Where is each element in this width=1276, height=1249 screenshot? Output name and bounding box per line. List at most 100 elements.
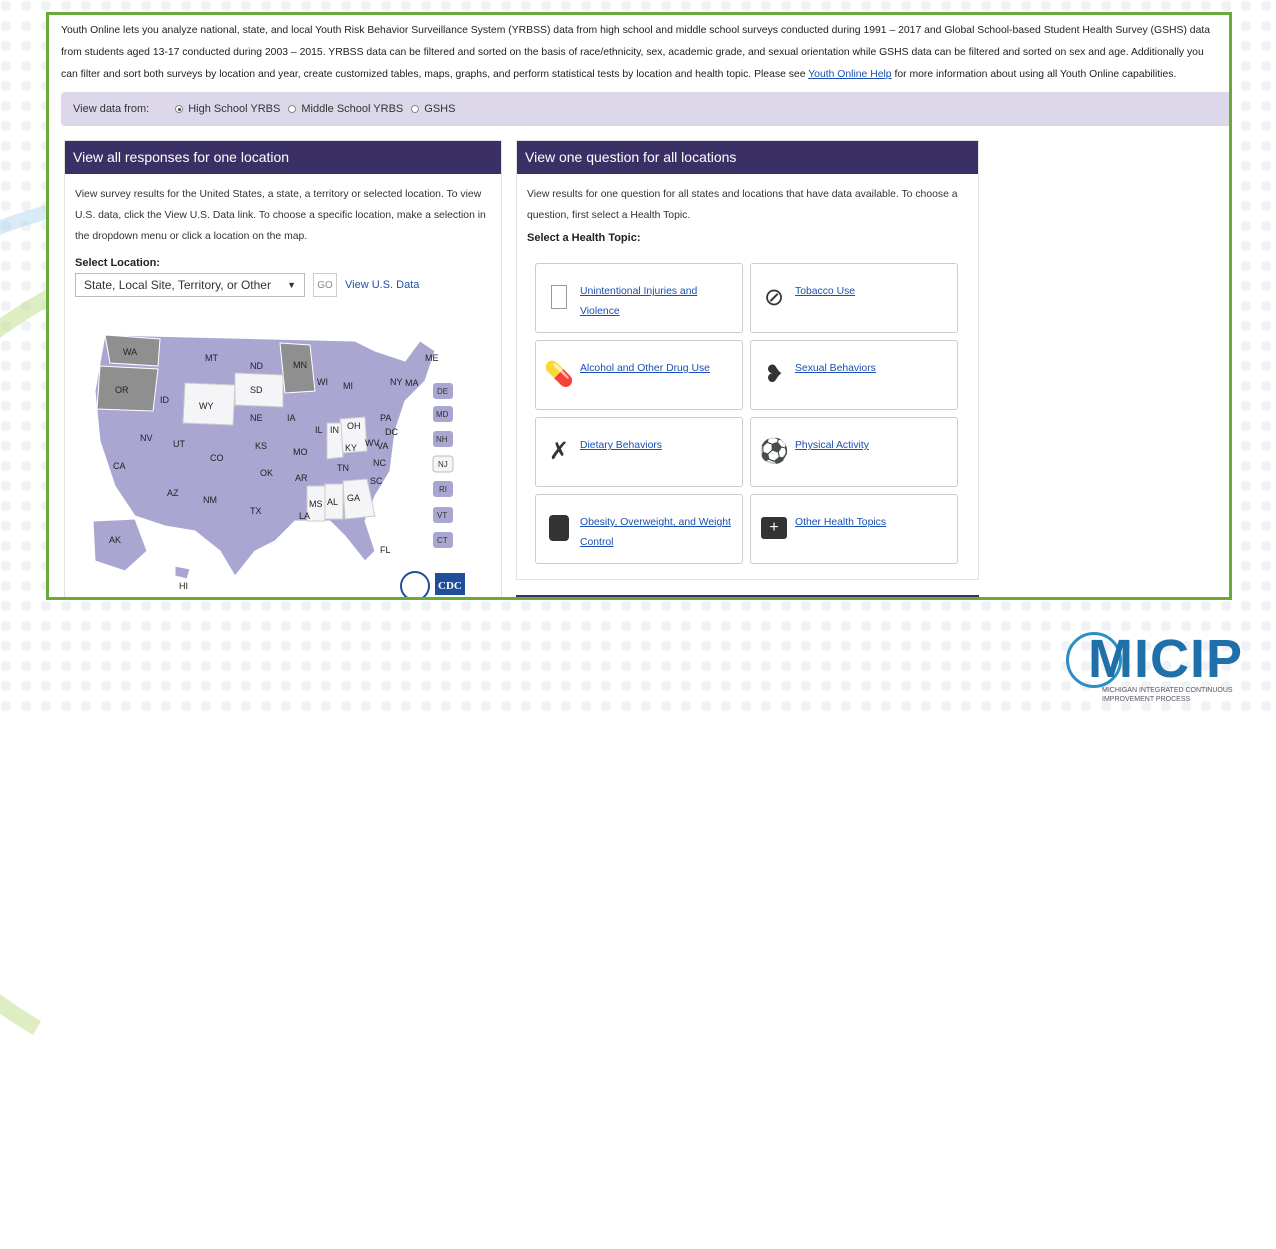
- box-de-label: DE: [437, 387, 448, 396]
- label-ar: AR: [295, 473, 308, 483]
- topic-label: Other Health Topics: [795, 517, 887, 528]
- radio-dot-icon: [411, 105, 420, 113]
- topic-other-health[interactable]: + Other Health Topics: [750, 494, 958, 564]
- topic-sexual-behaviors[interactable]: ❥ Sexual Behaviors: [750, 340, 958, 410]
- topic-label: Dietary Behaviors: [580, 440, 663, 451]
- label-in: IN: [330, 425, 339, 435]
- radio-label: GSHS: [424, 103, 456, 115]
- radio-middle-school-yrbs[interactable]: Middle School YRBS: [288, 103, 403, 115]
- location-dropdown-value: State, Local Site, Territory, or Other: [84, 278, 271, 292]
- topic-label: Sexual Behaviors: [795, 363, 876, 374]
- label-ks: KS: [255, 441, 267, 451]
- bike-ball-icon: ⚽: [759, 437, 789, 465]
- next-panel-header-strip: [516, 595, 979, 597]
- label-mn: MN: [293, 360, 307, 370]
- label-la: LA: [299, 511, 310, 521]
- intro-text-end: for more information about using all You…: [891, 69, 1177, 80]
- scale-icon: [544, 513, 574, 543]
- label-mt: MT: [205, 353, 218, 363]
- question-panel-description: View results for one question for all st…: [527, 189, 958, 221]
- location-panel-description: View survey results for the United State…: [75, 189, 486, 242]
- label-ut: UT: [173, 439, 185, 449]
- view-data-bar: View data from: High School YRBS Middle …: [61, 92, 1229, 126]
- label-ca: CA: [113, 461, 126, 471]
- question-panel-title: View one question for all locations: [517, 141, 978, 174]
- square-icon: [544, 282, 574, 312]
- label-wy: WY: [199, 401, 214, 411]
- radio-label: High School YRBS: [188, 103, 281, 115]
- select-location-label: Select Location:: [75, 257, 160, 269]
- label-pa: PA: [380, 413, 391, 423]
- view-data-label: View data from:: [73, 103, 150, 115]
- screenshot-frame: Youth Online lets you analyze national, …: [46, 12, 1232, 600]
- pills-icon: 💊: [544, 360, 574, 388]
- label-al: AL: [327, 497, 338, 507]
- intro-paragraph: Youth Online lets you analyze national, …: [61, 20, 1221, 86]
- topic-unintentional-injuries[interactable]: Unintentional Injuries and Violence: [535, 263, 743, 333]
- label-wv: WV: [365, 438, 380, 448]
- location-panel-title: View all responses for one location: [65, 141, 501, 174]
- topic-physical-activity[interactable]: ⚽ Physical Activity: [750, 417, 958, 487]
- go-button[interactable]: GO: [313, 273, 337, 297]
- label-mi: MI: [343, 381, 353, 391]
- cdc-logo-text: CDC: [438, 580, 462, 592]
- label-sd: SD: [250, 385, 263, 395]
- utensils-icon: ✗: [548, 437, 570, 465]
- logo-subtitle: MICHIGAN INTEGRATED CONTINUOUS IMPROVEME…: [1102, 687, 1233, 703]
- label-me: ME: [425, 353, 439, 363]
- box-nh-label: NH: [436, 435, 448, 444]
- box-nj-label: NJ: [438, 460, 448, 469]
- label-tn: TN: [337, 463, 349, 473]
- radio-label: Middle School YRBS: [301, 103, 404, 115]
- label-nc: NC: [373, 458, 386, 468]
- label-nd: ND: [250, 361, 263, 371]
- first-aid-kit-icon: +: [759, 513, 789, 543]
- youth-online-help-link[interactable]: Youth Online Help: [808, 69, 891, 80]
- label-ak: AK: [109, 535, 121, 545]
- label-id: ID: [160, 395, 170, 405]
- topic-dietary-behaviors[interactable]: ✗ Dietary Behaviors: [535, 417, 743, 487]
- label-fl: FL: [380, 545, 391, 555]
- label-ok: OK: [260, 468, 273, 478]
- micip-logo: MICIP MICHIGAN INTEGRATED CONTINUOUS IMP…: [1066, 626, 1256, 706]
- topic-tobacco-use[interactable]: ⊘ Tobacco Use: [750, 263, 958, 333]
- dropdown-arrow-icon: ▼: [287, 280, 296, 290]
- label-nm: NM: [203, 495, 217, 505]
- label-tx: TX: [250, 506, 262, 516]
- select-location-row: State, Local Site, Territory, or Other ▼…: [75, 273, 491, 297]
- box-vt-label: VT: [437, 511, 447, 520]
- label-il: IL: [315, 425, 323, 435]
- location-dropdown[interactable]: State, Local Site, Territory, or Other ▼: [75, 273, 305, 297]
- label-oh: OH: [347, 421, 361, 431]
- label-dc: DC: [385, 427, 398, 437]
- radio-dot-icon: [175, 105, 184, 113]
- label-sc: SC: [370, 476, 383, 486]
- state-hi: [174, 565, 191, 580]
- label-or: OR: [115, 385, 129, 395]
- radio-high-school-yrbs[interactable]: High School YRBS: [175, 103, 280, 115]
- label-nv: NV: [140, 433, 153, 443]
- view-us-data-link[interactable]: View U.S. Data: [345, 279, 419, 291]
- hhs-eagle-icon: [400, 571, 430, 597]
- label-ms: MS: [309, 499, 323, 509]
- topic-alcohol-drug-use[interactable]: 💊 Alcohol and Other Drug Use: [535, 340, 743, 410]
- radio-gshs[interactable]: GSHS: [411, 103, 455, 115]
- box-ct-label: CT: [437, 536, 448, 545]
- topic-obesity-weight[interactable]: Obesity, Overweight, and Weight Control: [535, 494, 743, 564]
- label-co: CO: [210, 453, 224, 463]
- question-panel: View one question for all locations View…: [516, 140, 979, 580]
- no-smoking-icon: ⊘: [763, 283, 785, 311]
- us-map[interactable]: WA OR MT ID WY NV UT CA AZ NM CO ND SD N…: [75, 321, 495, 597]
- us-map-svg: WA OR MT ID WY NV UT CA AZ NM CO ND SD N…: [92, 334, 465, 597]
- label-az: AZ: [167, 488, 179, 498]
- label-ne: NE: [250, 413, 263, 423]
- hearts-icon: ❥: [763, 360, 785, 388]
- label-ky: KY: [345, 443, 357, 453]
- location-panel: View all responses for one location View…: [64, 140, 502, 597]
- label-mo: MO: [293, 447, 308, 457]
- box-ri-label: RI: [439, 485, 447, 494]
- label-ia: IA: [287, 413, 296, 423]
- label-wi: WI: [317, 377, 328, 387]
- label-hi: HI: [179, 581, 188, 591]
- logo-wordmark: MICIP: [1088, 629, 1244, 689]
